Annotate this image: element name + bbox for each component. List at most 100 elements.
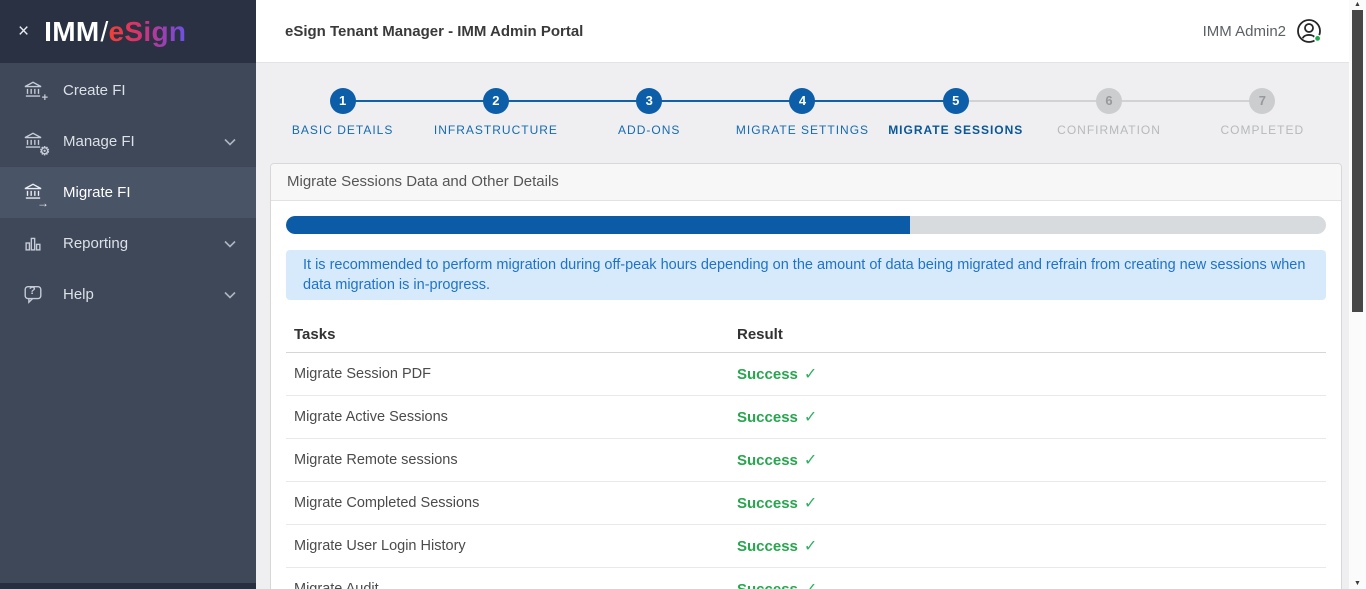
panel-title: Migrate Sessions Data and Other Details — [271, 164, 1341, 201]
help-bubble-icon: ? — [22, 283, 46, 307]
table-row: Migrate Audit Success ✓ — [286, 567, 1326, 589]
sidebar-item-migrate-fi[interactable]: → Migrate FI — [0, 167, 256, 218]
step-label: BASIC DETAILS — [291, 123, 394, 137]
task-result-cell: Success ✓ — [729, 524, 1326, 568]
sidebar-item-label: Reporting — [63, 235, 129, 252]
sidebar-item-reporting[interactable]: Reporting — [0, 218, 256, 269]
step-label: INFRASTRUCTURE — [433, 123, 558, 137]
bar-chart-icon — [22, 232, 46, 256]
user-menu[interactable]: IMM Admin2 — [1203, 17, 1323, 45]
migration-progress-fill — [286, 216, 910, 234]
check-icon: ✓ — [803, 409, 818, 426]
success-label: Success — [737, 409, 798, 426]
bank-gear-icon: ⚙ — [22, 130, 50, 157]
step-number-circle[interactable]: 4 — [789, 88, 816, 114]
logo-imm: IMM — [44, 15, 100, 47]
task-result-cell: Success ✓ — [729, 567, 1326, 589]
close-icon[interactable]: × — [18, 22, 29, 41]
step-label: MIGRATE SESSIONS — [888, 123, 1024, 137]
tasks-column-header: Tasks — [286, 316, 729, 353]
step-number-circle[interactable]: 2 — [482, 88, 509, 114]
success-label: Success — [737, 366, 798, 383]
migration-progress-bar — [286, 216, 1326, 234]
success-label: Success — [737, 581, 798, 589]
table-row: Migrate Completed Sessions Success ✓ — [286, 481, 1326, 525]
success-label: Success — [737, 495, 798, 512]
task-name-cell: Migrate Session PDF — [286, 352, 729, 396]
success-label: Success — [737, 538, 798, 555]
scrollbar-thumb[interactable] — [1352, 10, 1363, 312]
sidebar-logo-bar: × IMM/eSign — [0, 0, 256, 63]
sidebar-item-label: Create FI — [63, 82, 126, 99]
bank-arrow-icon: → — [22, 181, 49, 209]
task-name-cell: Migrate User Login History — [286, 524, 729, 568]
sidebar-item-label: Manage FI — [63, 133, 135, 150]
scroll-up-arrow-icon[interactable]: ▲ — [1349, 1, 1366, 9]
task-name-cell: Migrate Completed Sessions — [286, 481, 729, 525]
table-row: Migrate Remote sessions Success ✓ — [286, 438, 1326, 482]
step-label: COMPLETED — [1220, 123, 1305, 137]
bank-plus-icon: + — [22, 79, 48, 103]
task-result-cell: Success ✓ — [729, 481, 1326, 525]
sidebar-menu: + Create FI ⚙ Manage FI → Migrate FI Rep… — [0, 63, 256, 320]
tasks-table-body: Migrate Session PDF Success ✓ Migrate Act… — [286, 352, 1326, 589]
stepper-step-completed: 7 COMPLETED — [1108, 88, 1339, 137]
table-row: Migrate User Login History Success ✓ — [286, 524, 1326, 568]
task-name-cell: Migrate Audit — [286, 567, 729, 589]
top-header-bar: eSign Tenant Manager - IMM Admin Portal … — [256, 0, 1349, 63]
sidebar-item-create-fi[interactable]: + Create FI — [0, 65, 256, 116]
step-label: MIGRATE SETTINGS — [735, 123, 870, 137]
check-icon: ✓ — [803, 366, 818, 383]
step-number-circle[interactable]: 6 — [1096, 88, 1123, 114]
step-number-circle[interactable]: 7 — [1249, 88, 1276, 114]
stepper-step-basic-details: 1 BASIC DETAILS — [266, 88, 419, 137]
user-name: IMM Admin2 — [1202, 22, 1286, 40]
migrate-sessions-panel: Migrate Sessions Data and Other Details … — [270, 163, 1342, 589]
sidebar-item-manage-fi[interactable]: ⚙ Manage FI — [0, 116, 256, 167]
table-row: Migrate Session PDF Success ✓ — [286, 352, 1326, 396]
check-icon: ✓ — [804, 581, 817, 589]
stepper-step-infrastructure: 2 INFRASTRUCTURE — [342, 88, 572, 137]
task-result-cell: Success ✓ — [729, 352, 1326, 396]
panel-body: It is recommended to perform migration d… — [271, 201, 1341, 589]
tasks-table-header-row: Tasks Result — [286, 316, 1326, 353]
step-label: ADD-ONS — [618, 123, 681, 137]
stepper-step-migrate-sessions: 5 MIGRATE SESSIONS — [802, 88, 1032, 137]
task-result-cell: Success ✓ — [729, 395, 1326, 439]
sidebar-footer-strip — [0, 583, 256, 589]
step-label: CONFIRMATION — [1057, 123, 1161, 137]
sidebar-item-help[interactable]: ? Help — [0, 269, 256, 320]
step-number-circle[interactable]: 5 — [942, 88, 969, 114]
main-area: eSign Tenant Manager - IMM Admin Portal … — [256, 0, 1349, 589]
stepper-step-confirmation: 6 CONFIRMATION — [955, 88, 1185, 137]
tasks-table: Tasks Result Migrate Session PDF Success… — [286, 316, 1326, 589]
info-alert: It is recommended to perform migration d… — [286, 250, 1326, 300]
check-icon: ✓ — [803, 452, 818, 469]
chevron-down-icon[interactable] — [224, 291, 236, 299]
chevron-down-icon[interactable] — [224, 138, 236, 146]
sidebar-item-label: Help — [63, 286, 94, 303]
check-icon: ✓ — [803, 538, 818, 555]
page-title: eSign Tenant Manager - IMM Admin Portal — [285, 22, 584, 40]
task-result-cell: Success ✓ — [729, 438, 1326, 482]
table-row: Migrate Active Sessions Success ✓ — [286, 395, 1326, 439]
logo-esign: eSign — [108, 15, 187, 47]
info-alert-text: It is recommended to perform migration d… — [303, 257, 1306, 293]
result-column-header: Result — [729, 316, 1326, 353]
stepper-step-add-ons: 3 ADD-ONS — [495, 88, 726, 137]
task-name-cell: Migrate Active Sessions — [286, 395, 729, 439]
imm-esign-logo: IMM/eSign — [44, 16, 186, 48]
vertical-scrollbar[interactable]: ▲ ▼ — [1349, 0, 1366, 589]
scroll-down-arrow-icon[interactable]: ▼ — [1349, 580, 1366, 588]
success-label: Success — [737, 452, 798, 469]
check-icon: ✓ — [803, 495, 818, 512]
task-name-cell: Migrate Remote sessions — [286, 438, 729, 482]
stepper-step-migrate-settings: 4 MIGRATE SETTINGS — [649, 88, 879, 137]
migration-stepper: 1 BASIC DETAILS 2 INFRASTRUCTURE 3 ADD-O… — [256, 63, 1349, 137]
chevron-down-icon[interactable] — [224, 240, 236, 248]
step-number-circle[interactable]: 3 — [636, 88, 663, 114]
logo-slash: / — [100, 15, 109, 47]
step-number-circle[interactable]: 1 — [329, 88, 356, 114]
sidebar: × IMM/eSign + Create FI ⚙ Manage FI → Mi… — [0, 0, 256, 589]
user-circle-icon[interactable] — [1295, 17, 1323, 45]
